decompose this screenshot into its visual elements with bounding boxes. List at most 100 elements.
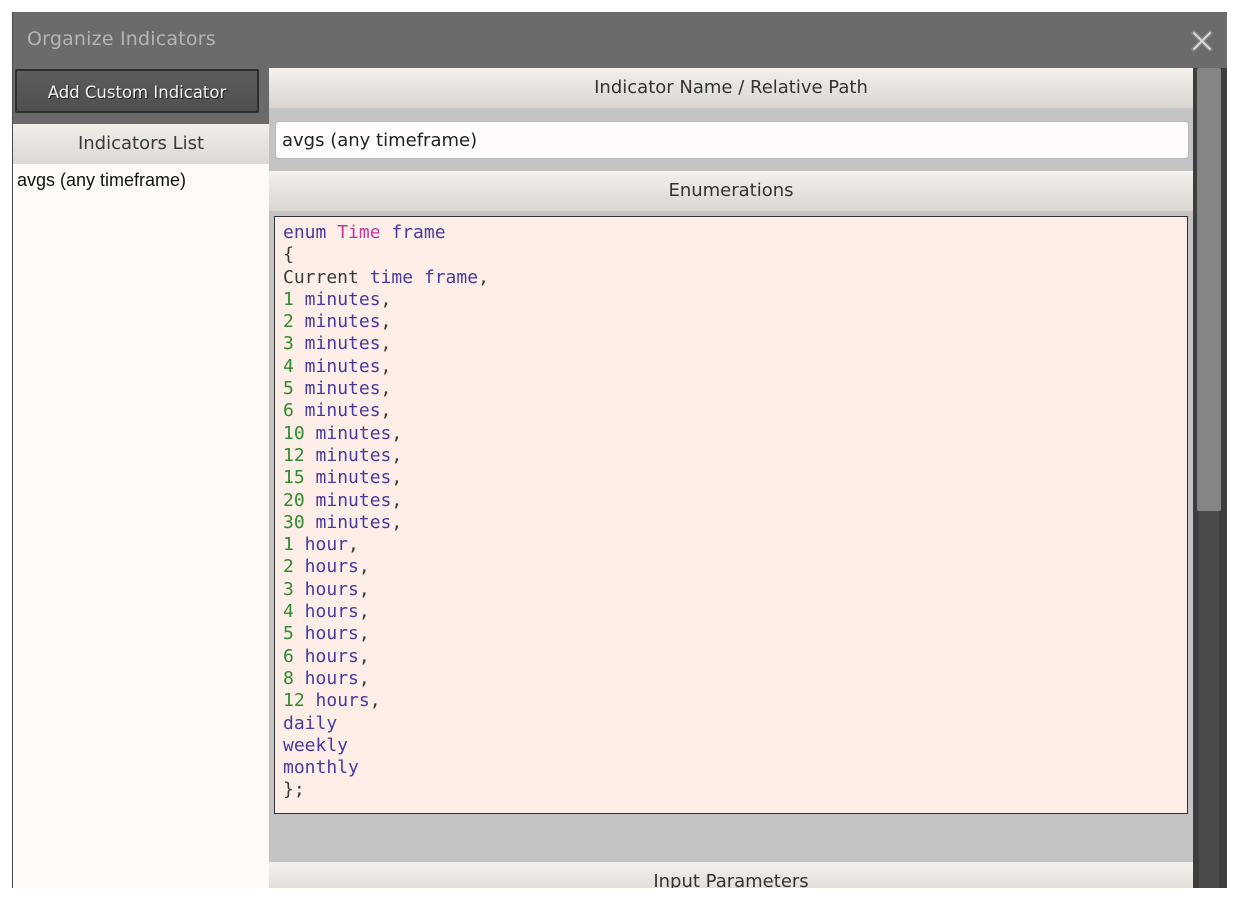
code-token: Current — [283, 266, 370, 288]
code-line: 1 minutes, — [283, 289, 1179, 311]
code-token: , — [391, 511, 403, 533]
code-token: minutes — [293, 378, 381, 400]
code-token: 30 — [283, 511, 305, 533]
code-token: , — [358, 645, 370, 667]
code-token: 2 — [283, 311, 294, 333]
enumerations-header: Enumerations — [269, 171, 1193, 211]
code-line: 20 minutes, — [283, 490, 1179, 512]
code-token: , — [380, 311, 392, 333]
code-line: 2 hours, — [283, 556, 1179, 578]
indicator-name-input[interactable] — [275, 121, 1189, 159]
code-token: hours — [293, 578, 359, 600]
organize-indicators-dialog: Organize Indicators Add Custom Indicator… — [12, 12, 1227, 888]
code-token: hour — [293, 534, 349, 556]
code-line: 12 hours, — [283, 690, 1179, 712]
code-token: minutes — [293, 400, 381, 422]
code-token: 12 — [283, 690, 305, 712]
code-token: 1 — [283, 288, 294, 310]
code-token: enum — [283, 222, 338, 243]
code-line: 3 minutes, — [283, 333, 1179, 355]
code-token: , — [348, 534, 359, 556]
code-line: monthly — [283, 757, 1179, 779]
code-token: minutes — [304, 489, 392, 511]
code-token: minutes — [293, 333, 381, 355]
code-token: , — [358, 556, 370, 578]
code-token: hours — [293, 667, 359, 689]
indicator-name-header: Indicator Name / Relative Path — [269, 68, 1193, 108]
code-token: minutes — [304, 511, 392, 533]
code-token: 1 — [283, 534, 294, 556]
code-token: , — [380, 333, 392, 355]
code-token: , — [380, 288, 392, 310]
code-token: , — [380, 378, 392, 400]
code-token: minutes — [293, 355, 381, 377]
close-icon[interactable] — [1189, 28, 1215, 54]
code-token: minutes — [293, 311, 381, 333]
code-token: minutes — [304, 467, 392, 489]
code-token: , — [358, 578, 370, 600]
enumerations-editor[interactable]: enum Time frame{Current time frame, 1 min… — [274, 216, 1188, 814]
scroll-thumb[interactable] — [1197, 68, 1221, 511]
code-token: , — [380, 400, 392, 422]
dialog-title: Organize Indicators — [27, 28, 216, 50]
code-token: minutes — [304, 422, 392, 444]
code-line: 6 hours, — [283, 646, 1179, 668]
code-token: Time — [337, 222, 381, 243]
code-line: 2 minutes, — [283, 311, 1179, 333]
code-line: 6 minutes, — [283, 400, 1179, 422]
code-token: , — [358, 601, 370, 623]
code-token: 8 — [283, 667, 294, 689]
code-line: 30 minutes, — [283, 512, 1179, 534]
code-token: { — [283, 244, 294, 266]
code-line: daily — [283, 713, 1179, 735]
code-line: }; — [283, 779, 1179, 801]
list-item[interactable]: avgs (any timeframe) — [13, 164, 269, 197]
code-token: }; — [283, 779, 305, 801]
code-token: hours — [293, 601, 359, 623]
code-line: 5 hours, — [283, 623, 1179, 645]
code-token: , — [358, 667, 370, 689]
title-bar[interactable]: Organize Indicators — [13, 12, 1227, 68]
code-token: frame — [380, 222, 446, 243]
code-token: , — [369, 690, 381, 712]
code-line: enum Time frame — [283, 222, 1179, 244]
code-token: hours — [293, 645, 359, 667]
code-line: 3 hours, — [283, 579, 1179, 601]
code-token: 4 — [283, 601, 294, 623]
code-token: , — [391, 422, 403, 444]
code-token: hours — [293, 623, 359, 645]
code-token: 6 — [283, 645, 294, 667]
input-parameters-header: Input Parameters — [269, 862, 1193, 888]
code-token: 6 — [283, 400, 294, 422]
code-token: , — [478, 266, 489, 288]
code-line: 4 hours, — [283, 601, 1179, 623]
code-token: 10 — [283, 422, 305, 444]
code-token: 20 — [283, 489, 305, 511]
code-token: , — [391, 444, 403, 466]
code-token: 5 — [283, 623, 294, 645]
code-token: , — [358, 623, 370, 645]
code-line: 4 minutes, — [283, 356, 1179, 378]
indicators-list: avgs (any timeframe) — [13, 164, 269, 888]
vertical-scrollbar[interactable] — [1193, 68, 1227, 888]
left-panel: Add Custom Indicator Indicators List avg… — [13, 68, 269, 888]
code-token: , — [391, 467, 403, 489]
indicators-list-header: Indicators List — [13, 124, 269, 164]
code-token: 4 — [283, 355, 294, 377]
code-token: 5 — [283, 378, 294, 400]
code-token: 2 — [283, 556, 294, 578]
code-line: 10 minutes, — [283, 423, 1179, 445]
code-line: { — [283, 244, 1179, 266]
add-custom-indicator-button[interactable]: Add Custom Indicator — [15, 69, 259, 113]
right-panel: Indicator Name / Relative Path Enumerati… — [269, 68, 1193, 888]
code-token: 15 — [283, 467, 305, 489]
code-line: weekly — [283, 735, 1179, 757]
code-token: , — [391, 489, 403, 511]
code-token: minutes — [293, 288, 381, 310]
code-token: daily — [283, 712, 338, 734]
code-token: 3 — [283, 578, 294, 600]
code-token: time frame — [369, 266, 479, 288]
code-line: 5 minutes, — [283, 378, 1179, 400]
code-line: 12 minutes, — [283, 445, 1179, 467]
code-token: hours — [304, 690, 370, 712]
